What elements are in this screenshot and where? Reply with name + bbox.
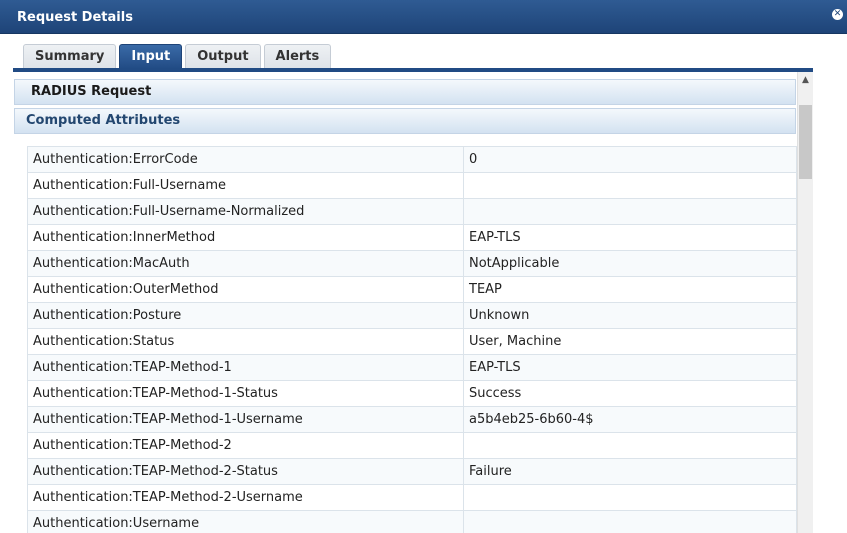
table-row: Authentication:TEAP-Method-2 [27,432,797,459]
attribute-value [463,198,797,225]
scrollbar-thumb[interactable] [799,105,812,179]
attribute-value: Success [463,380,797,407]
table-row: Authentication:TEAP-Method-1 EAP-TLS [27,354,797,381]
attribute-name: Authentication:TEAP-Method-2-Username [27,484,464,511]
table-row: Authentication:TEAP-Method-2-Status Fail… [27,458,797,485]
attribute-value: NotApplicable [463,250,797,277]
dialog-title: Request Details [17,10,133,25]
table-row: Authentication:ErrorCode 0 [27,146,797,173]
attribute-name: Authentication:TEAP-Method-1 [27,354,464,381]
attribute-value [463,432,797,459]
table-row: Authentication:MacAuth NotApplicable [27,250,797,277]
attribute-value [463,172,797,199]
attribute-value: User, Machine [463,328,797,355]
attribute-name: Authentication:TEAP-Method-2-Status [27,458,464,485]
attribute-value: EAP-TLS [463,354,797,381]
computed-attributes-header[interactable]: Computed Attributes [14,108,796,134]
tab-input[interactable]: Input [119,44,183,69]
attribute-name: Authentication:TEAP-Method-1-Username [27,406,464,433]
vertical-scrollbar[interactable]: ▲ [797,72,813,533]
table-row: Authentication:TEAP-Method-2-Username [27,484,797,511]
tab-alerts[interactable]: Alerts [263,44,332,69]
attribute-name: Authentication:Username [27,510,464,533]
table-row: Authentication:TEAP-Method-1-Username a5… [27,406,797,433]
table-row: Authentication:Full-Username [27,172,797,199]
attribute-value: EAP-TLS [463,224,797,251]
input-panel: RADIUS Request Computed Attributes Authe… [13,72,797,533]
chevron-up-icon[interactable]: ▲ [798,72,813,88]
table-row: Authentication:Username [27,510,797,533]
attribute-value: a5b4eb25-6b60-4$ [463,406,797,433]
attribute-value [463,484,797,511]
attribute-name: Authentication:TEAP-Method-1-Status [27,380,464,407]
attributes-table: Authentication:ErrorCode 0 Authenticatio… [27,146,797,533]
tab-bar: Summary Input Output Alerts [23,44,332,69]
title-bar: Request Details ✕ [0,0,847,34]
attribute-name: Authentication:Status [27,328,464,355]
attribute-value: TEAP [463,276,797,303]
table-row: Authentication:TEAP-Method-1-Status Succ… [27,380,797,407]
attribute-name: Authentication:Posture [27,302,464,329]
attribute-value: Unknown [463,302,797,329]
table-row: Authentication:Status User, Machine [27,328,797,355]
tab-summary[interactable]: Summary [23,44,117,69]
table-row: Authentication:InnerMethod EAP-TLS [27,224,797,251]
attribute-name: Authentication:TEAP-Method-2 [27,432,464,459]
table-row: Authentication:Full-Username-Normalized [27,198,797,225]
attribute-name: Authentication:MacAuth [27,250,464,277]
table-row: Authentication:OuterMethod TEAP [27,276,797,303]
radius-request-header[interactable]: RADIUS Request [14,79,796,105]
attribute-name: Authentication:InnerMethod [27,224,464,251]
attribute-value: 0 [463,146,797,173]
attribute-name: Authentication:Full-Username-Normalized [27,198,464,225]
attribute-value [463,510,797,533]
table-row: Authentication:Posture Unknown [27,302,797,329]
close-icon[interactable]: ✕ [832,9,843,20]
attribute-name: Authentication:Full-Username [27,172,464,199]
tab-output[interactable]: Output [185,44,261,69]
attribute-name: Authentication:OuterMethod [27,276,464,303]
attribute-value: Failure [463,458,797,485]
attribute-name: Authentication:ErrorCode [27,146,464,173]
